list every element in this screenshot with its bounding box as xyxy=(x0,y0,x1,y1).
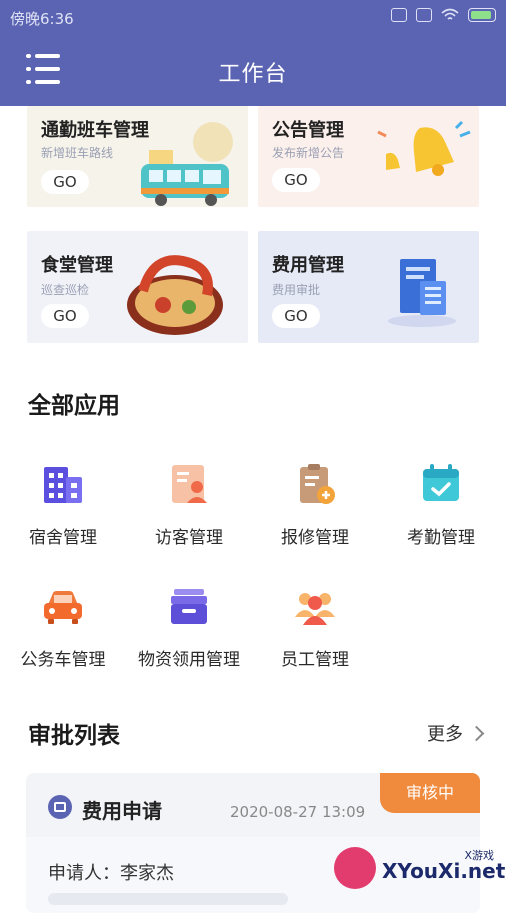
app-dormitory[interactable]: 宿舍管理 xyxy=(0,461,126,548)
wifi-icon xyxy=(441,8,459,20)
app-label: 考勤管理 xyxy=(407,528,475,548)
approval-item-date: 2020-08-27 13:09 xyxy=(230,803,366,821)
card-canteen-management[interactable]: 食堂管理 巡查巡检 GO xyxy=(27,231,248,343)
battery-icon xyxy=(468,8,496,22)
calendar-check-icon xyxy=(423,464,459,501)
card-title: 费用管理 xyxy=(272,255,344,276)
card-subtitle: 巡查巡检 xyxy=(41,283,90,297)
app-label: 员工管理 xyxy=(281,650,349,670)
staff-icon xyxy=(295,593,335,625)
approval-list-title: 审批列表 xyxy=(28,723,120,749)
app-official-car[interactable]: 公务车管理 xyxy=(0,583,126,670)
document-icon xyxy=(388,259,456,327)
alarm-off-icon xyxy=(391,8,407,22)
status-bar: 傍晚6:36 xyxy=(0,0,506,34)
card-subtitle: 发布新增公告 xyxy=(272,146,345,160)
approval-item-applicant: 申请人：李家杰 xyxy=(48,863,174,884)
bell-icon xyxy=(377,120,471,176)
approval-item-detail-line xyxy=(48,893,288,905)
box-icon xyxy=(171,589,207,624)
app-visitor[interactable]: 访客管理 xyxy=(126,461,252,548)
card-subtitle: 费用审批 xyxy=(272,283,321,297)
card-bus-management[interactable]: 通勤班车管理 新增班车路线 GO xyxy=(27,106,248,207)
status-time: 傍晚6:36 xyxy=(10,10,74,28)
more-label: 更多 xyxy=(427,724,463,745)
page-title: 工作台 xyxy=(218,62,288,87)
visitor-icon xyxy=(172,465,207,503)
app-supplies[interactable]: 物资领用管理 xyxy=(126,583,252,670)
approval-item-title: 费用申请 xyxy=(82,799,162,823)
card-title: 公告管理 xyxy=(272,120,344,141)
building-icon xyxy=(44,467,82,503)
watermark-small-text: X游戏 xyxy=(464,849,494,862)
go-button[interactable]: GO xyxy=(41,304,89,328)
watermark-gamepad-icon xyxy=(334,847,376,889)
app-label: 宿舍管理 xyxy=(29,528,97,548)
app-repair[interactable]: 报修管理 xyxy=(252,461,378,548)
card-subtitle: 新增班车路线 xyxy=(41,146,114,160)
bus-icon xyxy=(141,122,233,206)
card-expense-management[interactable]: 费用管理 费用审批 GO xyxy=(258,231,479,343)
all-apps-title: 全部应用 xyxy=(28,393,120,419)
app-label: 报修管理 xyxy=(281,528,349,548)
go-button[interactable]: GO xyxy=(41,170,89,194)
card-title: 食堂管理 xyxy=(41,255,113,276)
status-badge: 审核中 xyxy=(380,773,480,813)
more-link[interactable]: 更多 xyxy=(427,720,485,746)
car-icon xyxy=(44,591,82,624)
food-plate-icon xyxy=(127,255,223,335)
go-button[interactable]: GO xyxy=(272,304,320,328)
app-header: 工作台 xyxy=(0,34,506,106)
app-attendance[interactable]: 考勤管理 xyxy=(378,461,504,548)
go-button[interactable]: GO xyxy=(272,168,320,192)
chevron-right-icon xyxy=(468,725,485,741)
watermark-logo: XYouXi.net X游戏 xyxy=(328,843,505,898)
app-label: 物资领用管理 xyxy=(138,650,240,670)
sim-off-icon xyxy=(416,8,432,22)
app-label: 公务车管理 xyxy=(20,650,106,670)
expense-doc-icon xyxy=(48,795,72,819)
repair-icon xyxy=(300,464,335,504)
app-staff[interactable]: 员工管理 xyxy=(252,583,378,670)
card-announcement-management[interactable]: 公告管理 发布新增公告 GO xyxy=(258,106,479,207)
status-icons xyxy=(391,8,496,22)
app-label: 访客管理 xyxy=(155,528,223,548)
